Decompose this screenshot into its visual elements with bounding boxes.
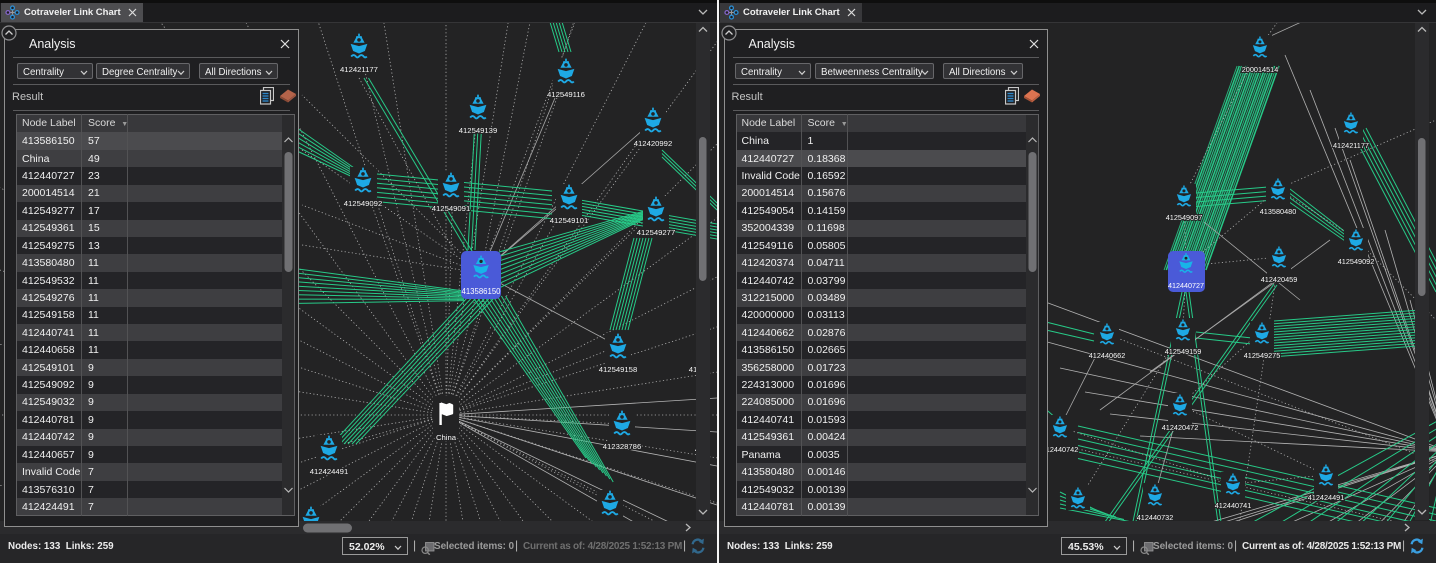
svg-text:412549275: 412549275 bbox=[1244, 351, 1281, 360]
svg-text:412420459: 412420459 bbox=[1261, 275, 1298, 284]
svg-text:413586150: 413586150 bbox=[461, 287, 501, 296]
svg-text:412549158: 412549158 bbox=[599, 365, 637, 374]
svg-text:412549116: 412549116 bbox=[547, 90, 585, 99]
svg-text:412549277: 412549277 bbox=[637, 228, 675, 237]
svg-text:412328786: 412328786 bbox=[603, 442, 641, 451]
svg-text:412424491: 412424491 bbox=[310, 467, 348, 476]
svg-text:412440662: 412440662 bbox=[1089, 351, 1126, 360]
svg-text:412421177: 412421177 bbox=[340, 65, 378, 74]
svg-text:412549092: 412549092 bbox=[1338, 257, 1375, 266]
svg-text:412549092: 412549092 bbox=[344, 199, 382, 208]
svg-text:412420992: 412420992 bbox=[634, 139, 672, 148]
svg-text:412549159: 412549159 bbox=[1165, 347, 1202, 356]
svg-text:412440741: 412440741 bbox=[1215, 501, 1252, 510]
svg-text:412549139: 412549139 bbox=[459, 126, 497, 135]
svg-text:412549097: 412549097 bbox=[1166, 213, 1203, 222]
svg-text:412549091: 412549091 bbox=[432, 204, 470, 213]
svg-text:412424491: 412424491 bbox=[1308, 493, 1345, 502]
svg-text:412549101: 412549101 bbox=[550, 216, 588, 225]
svg-text:413580480: 413580480 bbox=[1260, 207, 1297, 216]
svg-text:412440727: 412440727 bbox=[1168, 281, 1204, 290]
svg-text:China: China bbox=[436, 433, 457, 442]
svg-text:200014514: 200014514 bbox=[1242, 65, 1279, 74]
svg-text:412420472: 412420472 bbox=[1162, 423, 1199, 432]
svg-text:412421177: 412421177 bbox=[1333, 141, 1369, 150]
